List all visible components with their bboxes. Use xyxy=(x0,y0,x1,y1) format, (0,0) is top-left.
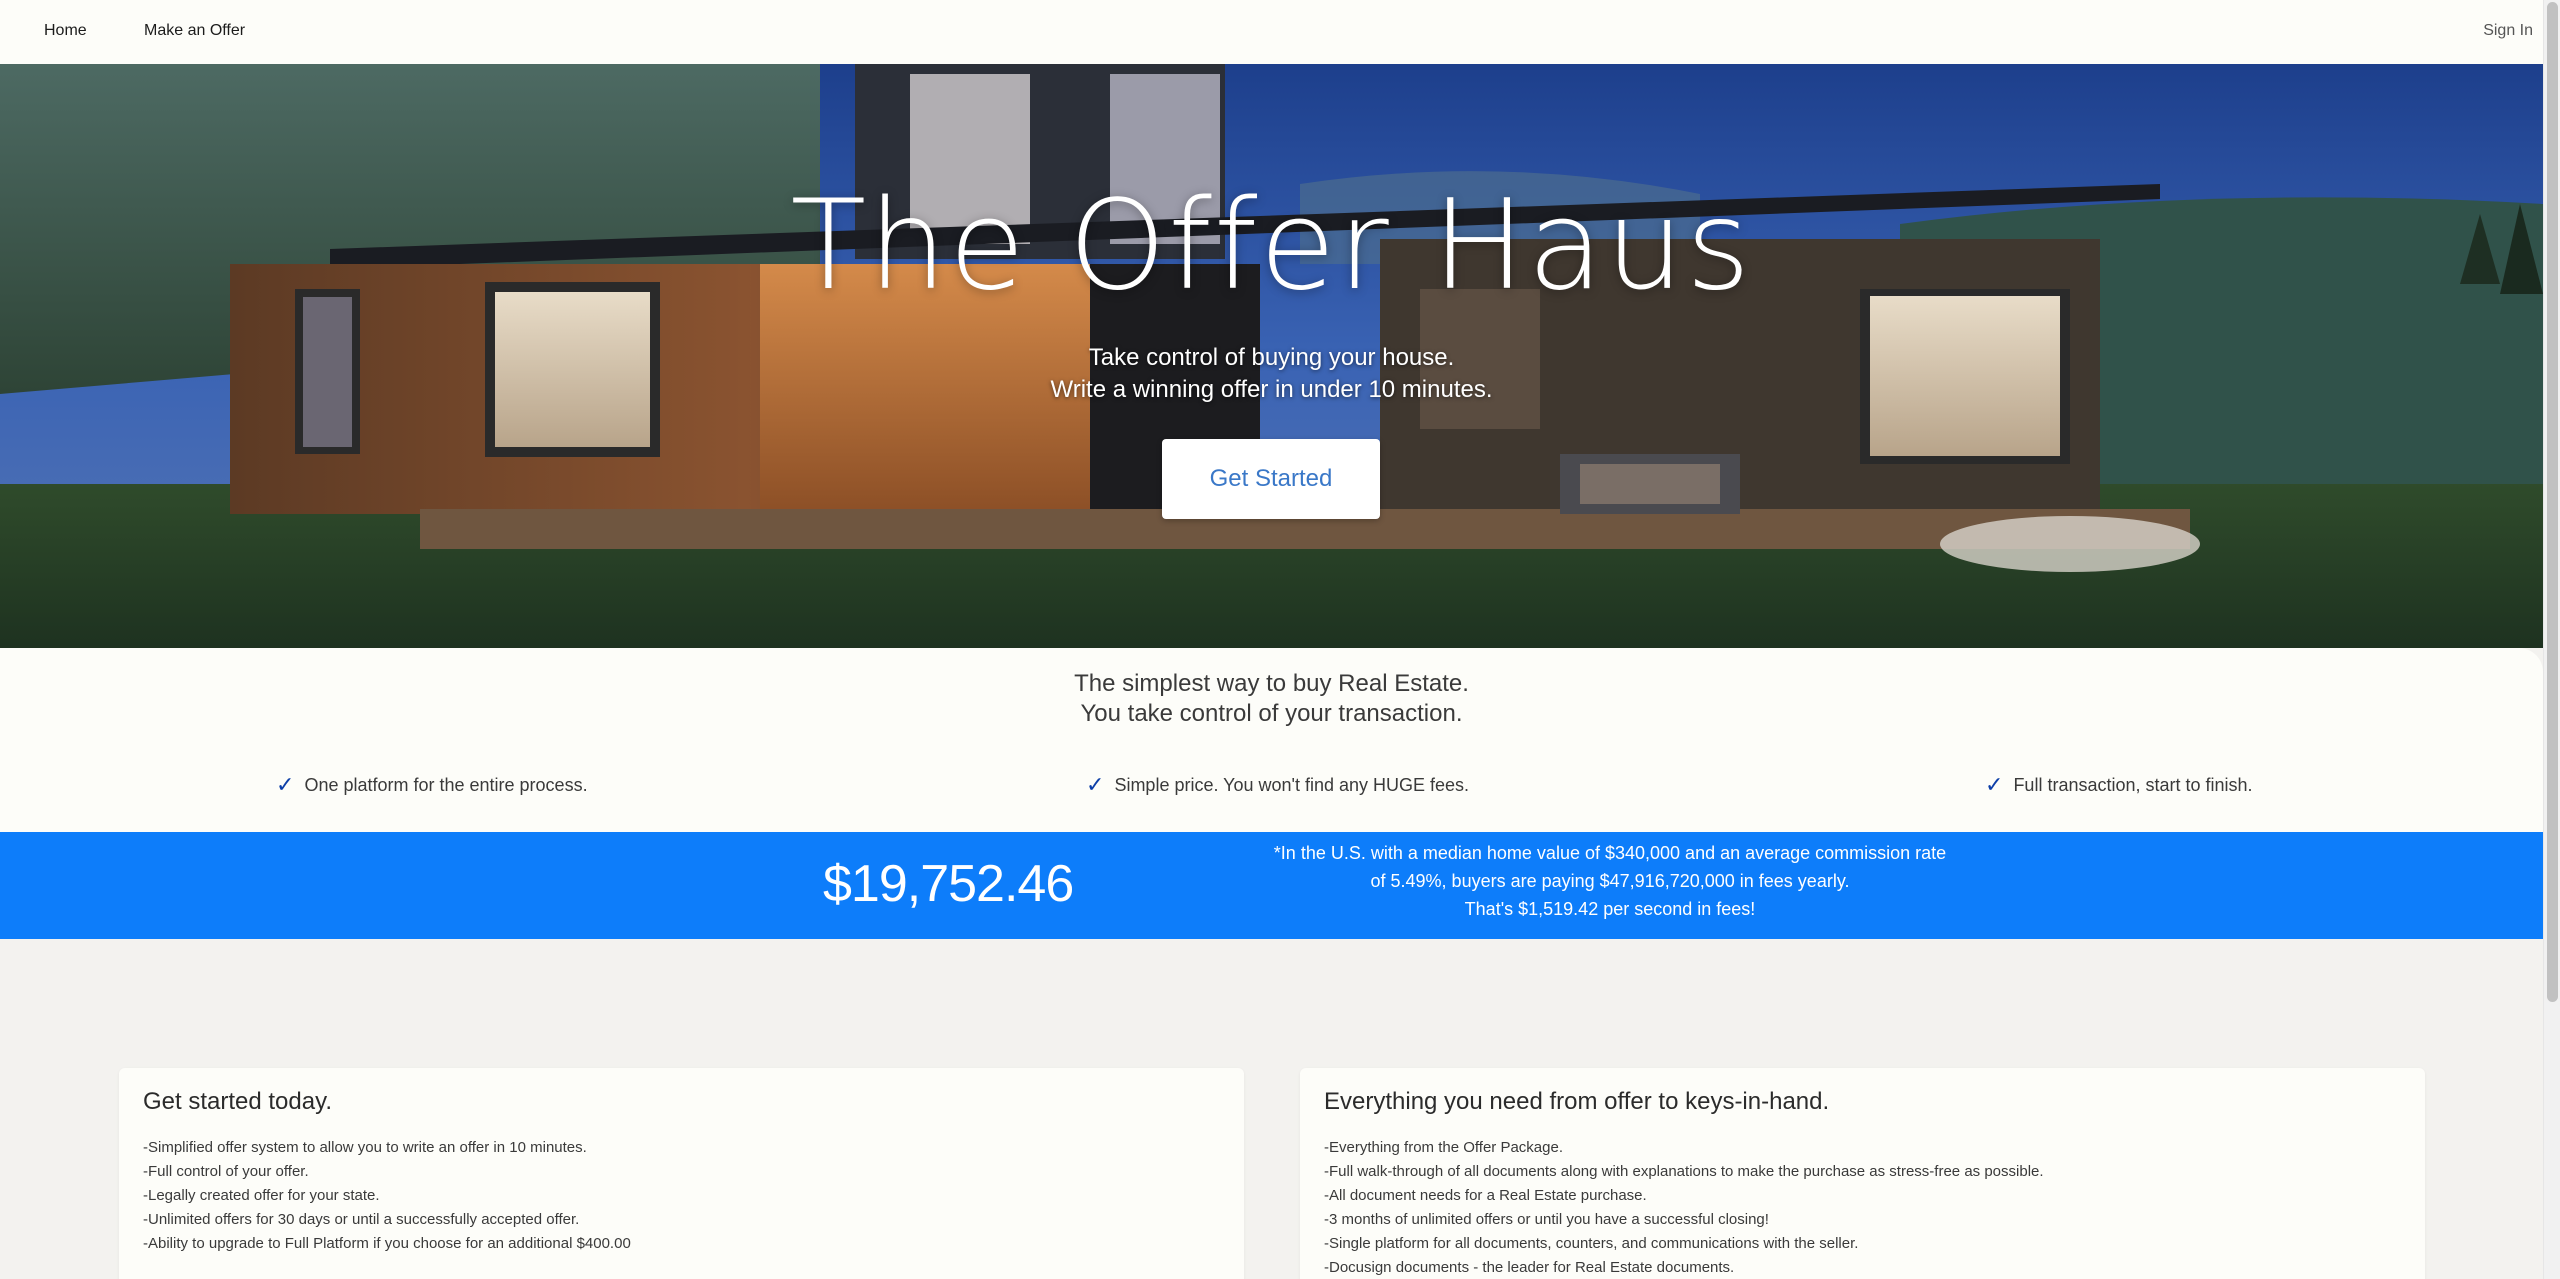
top-nav: Home Make an Offer Sign In xyxy=(0,0,2543,64)
get-started-button[interactable]: Get Started xyxy=(1162,439,1380,519)
intro-heading-line2: You take control of your transaction. xyxy=(1080,700,1463,727)
page-scrollbar[interactable] xyxy=(2543,0,2560,1279)
feature-item: ✓ Full transaction, start to finish. xyxy=(1985,772,2253,798)
hero-subtitle-line1: Take control of buying your house. xyxy=(1088,344,1455,371)
check-icon: ✓ xyxy=(1985,772,2004,797)
list-item: -All document needs for a Real Estate pu… xyxy=(1324,1187,1647,1204)
list-item: -Full walk-through of all documents alon… xyxy=(1324,1163,2044,1180)
list-item: -Unlimited offers for 30 days or until a… xyxy=(143,1211,580,1228)
list-item: -Single platform for all documents, coun… xyxy=(1324,1235,1859,1252)
list-item: -Simplified offer system to allow you to… xyxy=(143,1139,587,1156)
page: Home Make an Offer Sign In The Offer Hau… xyxy=(0,0,2543,1279)
full-platform-card: Everything you need from offer to keys-i… xyxy=(1300,1068,2425,1279)
list-item: -Everything from the Offer Package. xyxy=(1324,1139,1563,1156)
fees-note-line2: of 5.49%, buyers are paying $47,916,720,… xyxy=(1370,871,1850,891)
nav-make-offer-link[interactable]: Make an Offer xyxy=(144,22,245,40)
check-icon: ✓ xyxy=(276,772,295,797)
list-item: -Docusign documents - the leader for Rea… xyxy=(1324,1259,1735,1276)
list-item: -3 months of unlimited offers or until y… xyxy=(1324,1211,1769,1228)
nav-sign-in-link[interactable]: Sign In xyxy=(2483,22,2533,40)
card-feature-list: -Simplified offer system to allow you to… xyxy=(143,1136,1220,1256)
fees-note-line3: That's $1,519.42 per second in fees! xyxy=(1464,899,1756,919)
scrollbar-thumb[interactable] xyxy=(2547,2,2558,1002)
list-item: -Legally created offer for your state. xyxy=(143,1187,380,1204)
feature-text: Simple price. You won't find any HUGE fe… xyxy=(1114,774,1470,795)
hero-title: The Offer Haus xyxy=(790,174,1753,318)
list-item: -Full control of your offer. xyxy=(143,1163,309,1180)
fees-stat-band: $19,752.46 *In the U.S. with a median ho… xyxy=(0,832,2543,939)
fees-note-line1: *In the U.S. with a median home value of… xyxy=(1273,843,1947,863)
offer-package-card: Get started today. -Simplified offer sys… xyxy=(119,1068,1244,1279)
feature-text: Full transaction, start to finish. xyxy=(2013,774,2253,795)
intro-heading-line1: The simplest way to buy Real Estate. xyxy=(1074,670,1469,697)
hero-subtitle-line2: Write a winning offer in under 10 minute… xyxy=(1050,376,1493,403)
hero-section: The Offer Haus Take control of buying yo… xyxy=(0,64,2543,648)
card-title: Everything you need from offer to keys-i… xyxy=(1324,1088,1830,1115)
feature-item: ✓ One platform for the entire process. xyxy=(276,772,588,798)
feature-text: One platform for the entire process. xyxy=(304,774,588,795)
check-icon: ✓ xyxy=(1086,772,1105,797)
card-feature-list: -Everything from the Offer Package. -Ful… xyxy=(1324,1136,2401,1279)
card-title: Get started today. xyxy=(143,1088,332,1115)
list-item: -Ability to upgrade to Full Platform if … xyxy=(143,1235,631,1252)
intro-section: The simplest way to buy Real Estate. You… xyxy=(0,648,2543,832)
nav-home-link[interactable]: Home xyxy=(44,22,87,40)
fees-counter: $19,752.46 xyxy=(823,855,1074,913)
feature-item: ✓ Simple price. You won't find any HUGE … xyxy=(1086,772,1469,798)
